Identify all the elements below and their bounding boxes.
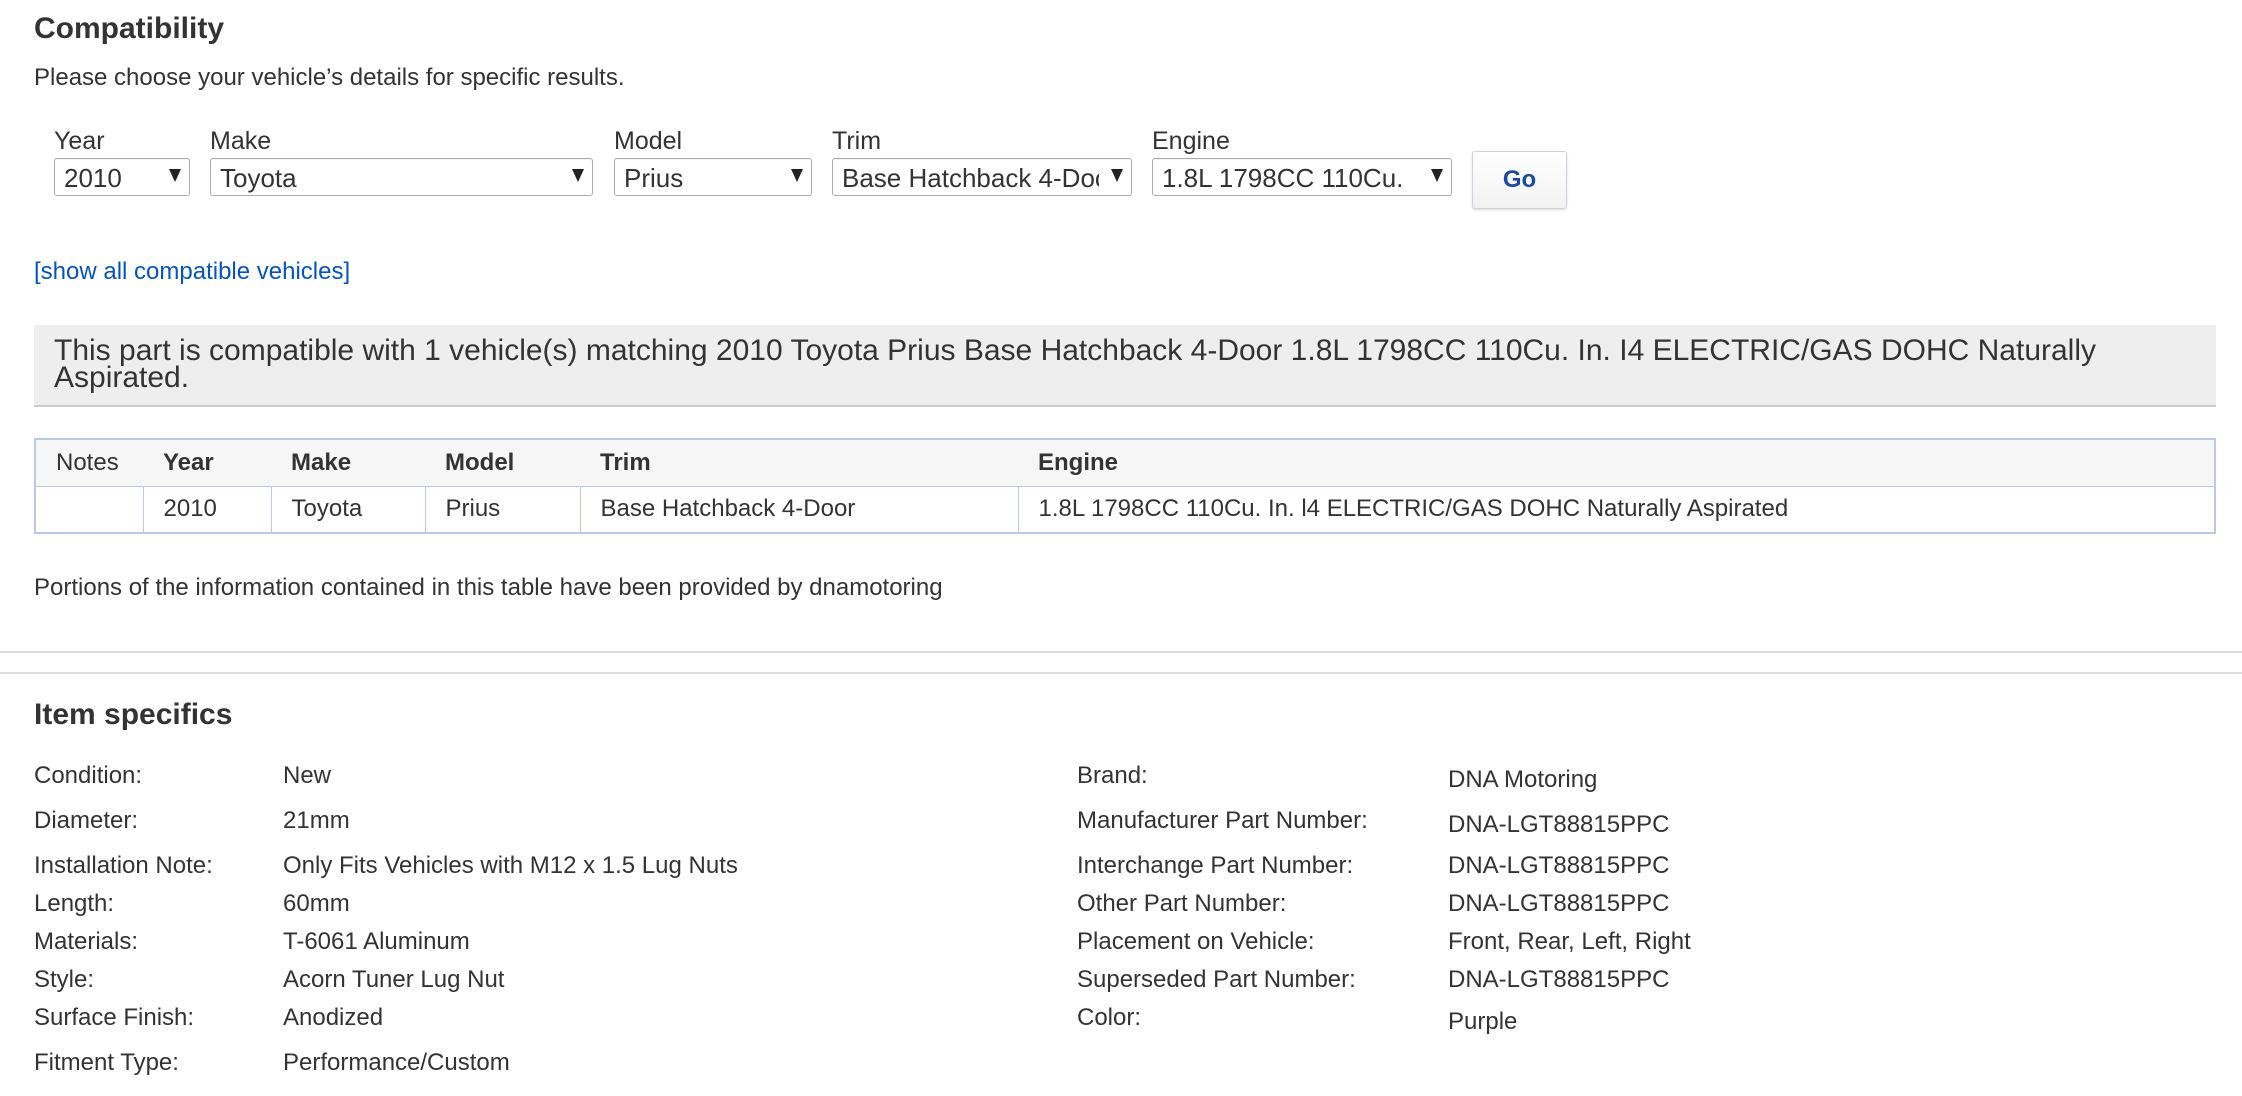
- make-label: Make: [210, 127, 272, 155]
- cell-engine: 1.8L 1798CC 110Cu. In. l4 ELECTRIC/GAS D…: [1038, 495, 1789, 523]
- engine-select[interactable]: 1.8L 1798CC 110Cu.: [1152, 158, 1452, 196]
- year-select-value: 2010: [64, 163, 122, 193]
- column-header-year[interactable]: Year: [143, 439, 271, 487]
- go-button[interactable]: Go: [1472, 151, 1567, 209]
- trim-label: Trim: [832, 127, 882, 155]
- spec-label-fitment-type: Fitment Type:: [34, 1049, 179, 1076]
- compatibility-table: Notes Year Make Model Trim Engine 2010 T…: [34, 438, 2216, 534]
- spec-label-materials: Materials:: [34, 928, 139, 955]
- spec-value-diameter: 21mm: [283, 807, 350, 834]
- engine-label: Engine: [1152, 127, 1230, 155]
- show-all-compatible-vehicles-link[interactable]: [show all compatible vehicles]: [34, 258, 350, 286]
- spec-value-length: 60mm: [283, 890, 350, 917]
- spec-value-fitment-type: Performance/Custom: [283, 1049, 510, 1076]
- cell-trim: Base Hatchback 4-Door: [580, 486, 1019, 533]
- year-label: Year: [54, 127, 105, 155]
- section-divider: [0, 651, 2242, 653]
- model-select[interactable]: Prius: [614, 158, 812, 196]
- spec-value-superseded-part-number: DNA-LGT88815PPC: [1448, 966, 1670, 993]
- spec-value-other-part-number: DNA-LGT88815PPC: [1448, 890, 1670, 917]
- spec-value-color: Purple: [1448, 1008, 1518, 1035]
- spec-label-brand: Brand:: [1077, 762, 1148, 789]
- spec-value-placement-on-vehicle: Front, Rear, Left, Right: [1448, 928, 1691, 955]
- engine-select-value: 1.8L 1798CC 110Cu.: [1162, 163, 1404, 193]
- cell-model: Prius: [425, 486, 581, 533]
- cell-year: 2010: [143, 486, 272, 533]
- spec-value-manufacturer-part-number: DNA-LGT88815PPC: [1448, 811, 1670, 838]
- spec-value-materials: T-6061 Aluminum: [283, 928, 470, 955]
- column-header-notes: Notes: [35, 439, 143, 487]
- year-select[interactable]: 2010: [54, 158, 190, 196]
- spec-value-style: Acorn Tuner Lug Nut: [283, 966, 505, 993]
- spec-value-brand: DNA Motoring: [1448, 766, 1598, 793]
- item-specifics-title: Item specifics: [34, 698, 233, 731]
- trim-select-value: Base Hatchback 4-Door: [842, 163, 1099, 193]
- trim-select[interactable]: Base Hatchback 4-Door: [832, 158, 1132, 196]
- spec-label-surface-finish: Surface Finish:: [34, 1004, 195, 1031]
- cell-notes: [35, 486, 144, 533]
- spec-value-condition: New: [283, 762, 332, 789]
- spec-label-length: Length:: [34, 890, 115, 917]
- dropdown-arrow-icon: [791, 169, 803, 182]
- spec-value-installation-note: Only Fits Vehicles with M12 x 1.5 Lug Nu…: [283, 852, 738, 879]
- dropdown-arrow-icon: [1431, 169, 1443, 182]
- spec-label-other-part-number: Other Part Number:: [1077, 890, 1287, 917]
- spec-label-condition: Condition:: [34, 762, 143, 789]
- compatibility-title: Compatibility: [34, 12, 225, 45]
- column-header-make[interactable]: Make: [271, 439, 425, 487]
- column-header-engine[interactable]: Engine: [1018, 439, 2215, 487]
- spec-value-surface-finish: Anodized: [283, 1004, 384, 1031]
- spec-label-superseded-part-number: Superseded Part Number:: [1077, 966, 1356, 993]
- compatibility-subtitle: Please choose your vehicle’s details for…: [34, 64, 625, 91]
- spec-label-diameter: Diameter:: [34, 807, 139, 834]
- dropdown-arrow-icon: [572, 169, 584, 182]
- spec-label-placement-on-vehicle: Placement on Vehicle:: [1077, 928, 1315, 955]
- spec-value-interchange-part-number: DNA-LGT88815PPC: [1448, 852, 1670, 879]
- spec-label-color: Color:: [1077, 1004, 1142, 1031]
- spec-label-installation-note: Installation Note:: [34, 852, 213, 879]
- spec-label-style: Style:: [34, 966, 95, 993]
- table-row: 2010 Toyota Prius Base Hatchback 4-Door …: [35, 486, 2215, 533]
- column-header-model[interactable]: Model: [425, 439, 580, 487]
- model-label: Model: [614, 127, 683, 155]
- make-select[interactable]: Toyota: [210, 158, 593, 196]
- section-divider: [0, 672, 2242, 674]
- spec-label-interchange-part-number: Interchange Part Number:: [1077, 852, 1354, 879]
- compatibility-match-banner: This part is compatible with 1 vehicle(s…: [34, 325, 2216, 407]
- dropdown-arrow-icon: [169, 169, 181, 182]
- data-provider-note: Portions of the information contained in…: [34, 574, 943, 601]
- cell-make: Toyota: [271, 486, 426, 533]
- dropdown-arrow-icon: [1111, 169, 1123, 182]
- table-header-row: Notes Year Make Model Trim Engine: [35, 439, 2215, 487]
- column-header-trim[interactable]: Trim: [580, 439, 1018, 487]
- model-select-value: Prius: [624, 163, 684, 193]
- spec-label-manufacturer-part-number: Manufacturer Part Number:: [1077, 807, 1368, 834]
- make-select-value: Toyota: [220, 163, 297, 193]
